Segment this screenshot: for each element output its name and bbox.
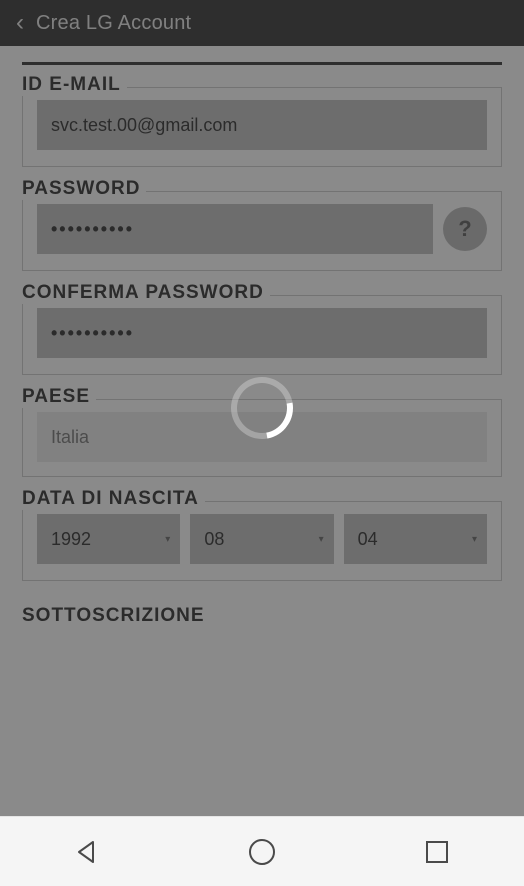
- nav-home-button[interactable]: [247, 837, 277, 867]
- password-field-group: PASSWORD •••••••••• ?: [22, 191, 502, 271]
- email-label: ID E-MAIL: [22, 74, 121, 95]
- confirm-password-label: CONFERMA PASSWORD: [22, 282, 264, 303]
- dob-month-select[interactable]: 08 ▾: [190, 514, 333, 564]
- confirm-password-field-group: CONFERMA PASSWORD ••••••••••: [22, 295, 502, 375]
- password-label: PASSWORD: [22, 178, 140, 199]
- password-masked-value: ••••••••••: [51, 219, 134, 240]
- nav-recent-button[interactable]: [422, 837, 452, 867]
- country-field-group: PAESE Italia: [22, 399, 502, 477]
- chevron-down-icon: ▾: [165, 534, 170, 545]
- country-value: Italia: [51, 427, 89, 448]
- confirm-password-masked-value: ••••••••••: [51, 323, 134, 344]
- confirm-password-input[interactable]: ••••••••••: [37, 308, 487, 358]
- email-field-group: ID E-MAIL svc.test.00@gmail.com: [22, 87, 502, 167]
- dob-field-group: DATA DI NASCITA 1992 ▾ 08 ▾ 04 ▾: [22, 501, 502, 581]
- chevron-down-icon: ▾: [472, 534, 477, 545]
- subscription-label: SOTTOSCRIZIONE: [22, 605, 502, 627]
- email-value: svc.test.00@gmail.com: [51, 115, 237, 136]
- dob-label: DATA DI NASCITA: [22, 488, 199, 509]
- dob-day-select[interactable]: 04 ▾: [344, 514, 487, 564]
- back-chevron-icon[interactable]: ‹: [8, 11, 32, 35]
- form-content: ID E-MAIL svc.test.00@gmail.com PASSWORD…: [0, 46, 524, 816]
- nav-recent-icon: [424, 839, 450, 865]
- country-input[interactable]: Italia: [37, 412, 487, 462]
- question-icon: ?: [458, 216, 471, 242]
- nav-back-icon: [73, 838, 101, 866]
- chevron-down-icon: ▾: [319, 534, 324, 545]
- android-navbar: [0, 816, 524, 886]
- dob-year-select[interactable]: 1992 ▾: [37, 514, 180, 564]
- dob-month-value: 08: [204, 529, 224, 550]
- nav-home-icon: [247, 837, 277, 867]
- password-help-button[interactable]: ?: [443, 207, 487, 251]
- page-title: Crea LG Account: [36, 12, 191, 35]
- password-input[interactable]: ••••••••••: [37, 204, 433, 254]
- nav-back-button[interactable]: [72, 837, 102, 867]
- country-label: PAESE: [22, 386, 90, 407]
- top-divider: [22, 62, 502, 65]
- dob-year-value: 1992: [51, 529, 91, 550]
- app-screen: ‹ Crea LG Account ID E-MAIL svc.test.00@…: [0, 0, 524, 886]
- titlebar: ‹ Crea LG Account: [0, 0, 524, 46]
- dob-day-value: 04: [358, 529, 378, 550]
- email-input[interactable]: svc.test.00@gmail.com: [37, 100, 487, 150]
